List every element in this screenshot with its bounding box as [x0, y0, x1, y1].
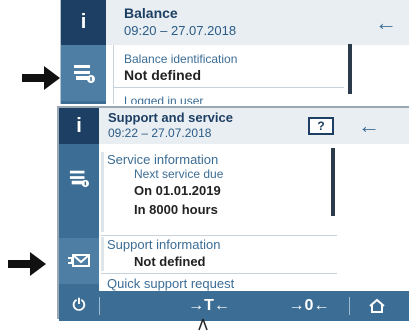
support-information-heading: Support information	[107, 237, 221, 252]
next-service-label: Next service due	[134, 167, 224, 181]
pointer-arrow-icon	[8, 252, 46, 276]
service-information-section[interactable]: Service information Next service due On …	[101, 152, 337, 232]
back-title: Balance	[124, 5, 178, 21]
service-information-heading: Service information	[107, 152, 219, 167]
support-information-section[interactable]: Support information Not defined	[101, 237, 337, 271]
front-back-arrow-icon[interactable]: ←	[349, 108, 389, 144]
back-subtitle: 09:20 – 27.07.2018	[124, 23, 237, 38]
power-button[interactable]: ⏻	[59, 291, 99, 321]
footer-bar: ⏻ →T← →0←	[59, 291, 409, 321]
quick-support-label: Quick support request	[107, 276, 235, 291]
front-screen: i Support and service 09:22 – 27.07.2018…	[57, 106, 409, 321]
back-info-tab[interactable]: i	[61, 0, 106, 45]
next-service-date: On 01.01.2019	[134, 183, 221, 198]
back-arrow-icon[interactable]: ←	[363, 0, 409, 45]
next-service-hours: In 8000 hours	[134, 202, 218, 217]
front-panel: Service information Next service due On …	[101, 146, 339, 293]
balance-identification-value: Not defined	[124, 67, 201, 83]
footer-separator	[99, 297, 100, 315]
front-info-tab[interactable]: i	[59, 108, 99, 144]
divider	[101, 235, 337, 236]
cursor-mark-icon	[198, 318, 208, 331]
quick-support-section[interactable]: Quick support request	[101, 276, 337, 292]
home-icon	[369, 298, 385, 313]
back-scrollbar[interactable]	[348, 44, 352, 94]
front-subtitle: 09:22 – 27.07.2018	[108, 126, 212, 140]
support-service-tab-icon[interactable]	[59, 238, 99, 284]
balance-identification-label: Balance identification	[124, 52, 238, 66]
support-information-value: Not defined	[134, 254, 206, 269]
back-balance-icon[interactable]	[61, 45, 106, 101]
divider	[114, 87, 344, 88]
zero-button[interactable]: →0←	[274, 291, 344, 321]
front-scrollbar[interactable]	[331, 148, 335, 216]
footer-separator	[349, 297, 350, 315]
stage: i Balance 09:20 – 27.07.2018 ← Balance i…	[0, 0, 409, 331]
divider	[101, 273, 337, 274]
pointer-arrow-icon	[22, 66, 60, 90]
front-title: Support and service	[108, 110, 233, 125]
front-balance-icon[interactable]	[59, 158, 99, 198]
tare-button[interactable]: →T←	[179, 291, 239, 321]
help-button[interactable]: ?	[308, 117, 334, 135]
home-button[interactable]	[357, 291, 397, 321]
